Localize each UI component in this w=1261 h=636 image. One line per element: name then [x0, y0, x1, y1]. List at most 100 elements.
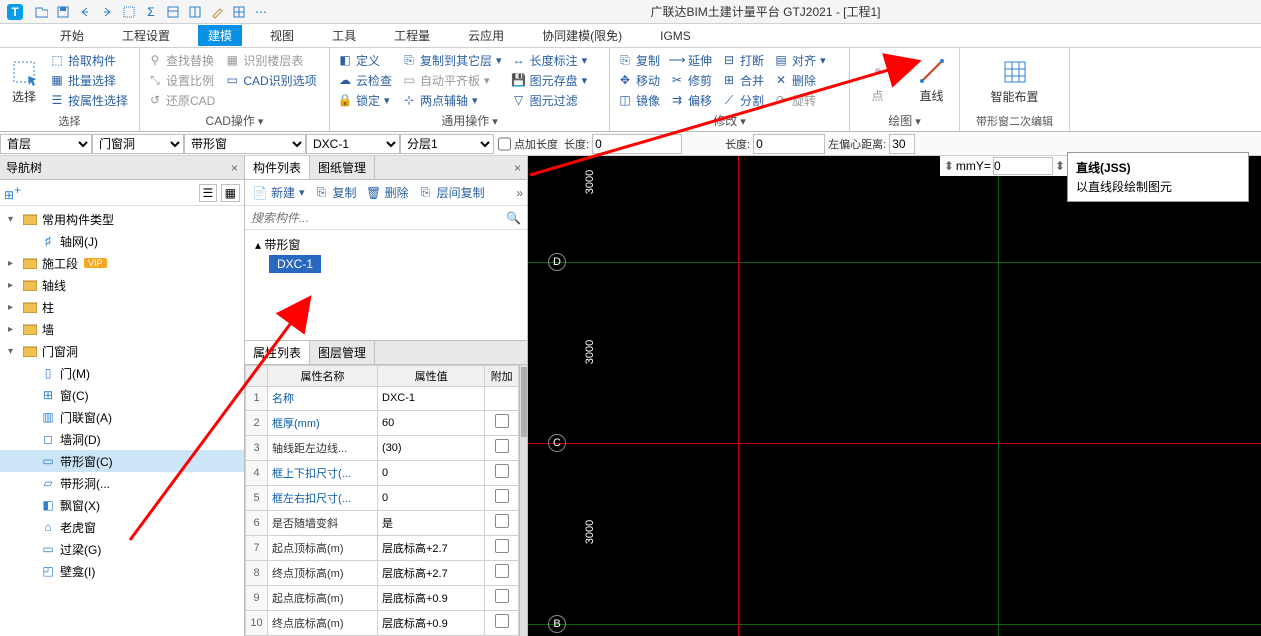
- prop-add[interactable]: [485, 535, 519, 560]
- new-button[interactable]: 📄新建 ▾: [249, 183, 309, 203]
- menu-start[interactable]: 开始: [50, 25, 94, 46]
- tab-drawing-mgr[interactable]: 图纸管理: [310, 156, 375, 179]
- select-button[interactable]: 选择: [4, 50, 44, 112]
- rotate-button[interactable]: ⟳旋转: [770, 90, 830, 110]
- prop-value[interactable]: 0: [378, 485, 485, 510]
- tree-door-hole[interactable]: ▾门窗洞: [0, 340, 244, 362]
- component-item[interactable]: DXC-1: [269, 255, 321, 273]
- search-input[interactable]: [245, 211, 500, 225]
- smart-place-button[interactable]: 智能布置: [985, 50, 1045, 112]
- scrollbar[interactable]: [519, 365, 527, 636]
- tree-lintel[interactable]: ▭过梁(G): [0, 538, 244, 560]
- property-row[interactable]: 5 框左右扣尺寸(... 0: [246, 485, 519, 510]
- open-icon[interactable]: [32, 3, 50, 21]
- tree-wall[interactable]: ▸墙: [0, 318, 244, 340]
- scale-button[interactable]: ⤡设置比例: [144, 70, 219, 90]
- sum-icon[interactable]: Σ: [142, 3, 160, 21]
- grid-icon[interactable]: [230, 3, 248, 21]
- property-row[interactable]: 3 轴线距左边线... (30): [246, 435, 519, 460]
- menu-quantity[interactable]: 工程量: [384, 25, 440, 46]
- length-input[interactable]: [592, 134, 682, 154]
- rev-length-input[interactable]: [753, 134, 825, 154]
- tree-tiger[interactable]: ⌂老虎窗: [0, 516, 244, 538]
- delete-button[interactable]: ✕删除: [770, 70, 830, 90]
- cloud-check-button[interactable]: ☁云检查: [334, 70, 396, 90]
- define-button[interactable]: ◧定义: [334, 50, 396, 70]
- mirror-button[interactable]: ◫镜像: [614, 90, 664, 110]
- tree-bay[interactable]: ◧飘窗(X): [0, 494, 244, 516]
- property-row[interactable]: 6 是否随墙变斜 是: [246, 510, 519, 535]
- delete-comp-button[interactable]: 🗑删除: [363, 183, 413, 203]
- prop-add[interactable]: [485, 485, 519, 510]
- search-icon[interactable]: 🔍: [500, 211, 527, 225]
- type-select[interactable]: 带形窗: [184, 134, 306, 154]
- edit-icon[interactable]: [208, 3, 226, 21]
- tab-properties[interactable]: 属性列表: [245, 341, 310, 364]
- batch-select-button[interactable]: ▦批量选择: [46, 70, 132, 90]
- property-row[interactable]: 4 框上下扣尺寸(... 0: [246, 460, 519, 485]
- layer-select[interactable]: 分层1: [400, 134, 494, 154]
- line-button[interactable]: 直线: [912, 50, 952, 111]
- prop-value[interactable]: 60: [378, 410, 485, 435]
- menu-collab[interactable]: 协同建模(限免): [532, 25, 632, 46]
- prop-value[interactable]: 层底标高+2.7: [378, 560, 485, 585]
- find-replace-button[interactable]: ⚲查找替换: [144, 50, 219, 70]
- aux-axis-button[interactable]: ⊹两点辅轴 ▾: [398, 90, 506, 110]
- prop-add[interactable]: [485, 460, 519, 485]
- undo-icon[interactable]: [76, 3, 94, 21]
- component-group[interactable]: ▴ 带形窗: [249, 234, 523, 255]
- prop-value[interactable]: 是: [378, 510, 485, 535]
- extend-button[interactable]: ⟶延伸: [666, 50, 716, 70]
- copy-button[interactable]: ⎘复制: [614, 50, 664, 70]
- align-button[interactable]: ▤对齐 ▾: [770, 50, 830, 70]
- restore-cad-button[interactable]: ↺还原CAD: [144, 90, 219, 110]
- tree-axis-net[interactable]: ♯轴网(J): [0, 230, 244, 252]
- menu-igms[interactable]: IGMS: [650, 27, 701, 45]
- cad-recog-button[interactable]: ▭CAD识别选项: [221, 70, 320, 90]
- tree-common[interactable]: ▾常用构件类型: [0, 208, 244, 230]
- layout2-button[interactable]: ▦: [221, 184, 240, 202]
- point-length-checkbox[interactable]: [498, 134, 511, 154]
- menu-project[interactable]: 工程设置: [112, 25, 180, 46]
- elem-filter-button[interactable]: ▽图元过滤: [508, 90, 592, 110]
- menu-cloud[interactable]: 云应用: [458, 25, 514, 46]
- floor-select[interactable]: 首层: [0, 134, 92, 154]
- menu-tools[interactable]: 工具: [322, 25, 366, 46]
- table1-icon[interactable]: [164, 3, 182, 21]
- tree-stage[interactable]: ▸施工段VIP: [0, 252, 244, 274]
- drawing-canvas[interactable]: D C B 3000 3000 3000: [528, 156, 1261, 636]
- table2-icon[interactable]: [186, 3, 204, 21]
- prop-add[interactable]: [485, 410, 519, 435]
- tree-niche[interactable]: ◰壁龛(I): [0, 560, 244, 582]
- elem-save-button[interactable]: 💾图元存盘 ▾: [508, 70, 592, 90]
- close-icon[interactable]: ×: [508, 161, 527, 175]
- tree-window[interactable]: ⊞窗(C): [0, 384, 244, 406]
- tree-gate-window[interactable]: ▥门联窗(A): [0, 406, 244, 428]
- tab-component-list[interactable]: 构件列表: [245, 156, 310, 179]
- break-button[interactable]: ⊟打断: [718, 50, 768, 70]
- split-button[interactable]: ⟋分割: [718, 90, 768, 110]
- prop-add[interactable]: [485, 435, 519, 460]
- property-row[interactable]: 10 终点底标高(m) 层底标高+0.9: [246, 610, 519, 635]
- copy-to-floor-button[interactable]: ⎘复制到其它层 ▾: [398, 50, 506, 70]
- lock-button[interactable]: 🔒锁定 ▾: [334, 90, 396, 110]
- prop-value[interactable]: DXC-1: [378, 387, 485, 411]
- more-icon[interactable]: »: [516, 186, 523, 200]
- trim-button[interactable]: ✂修剪: [666, 70, 716, 90]
- prop-add[interactable]: [485, 585, 519, 610]
- point-button[interactable]: 点: [858, 50, 898, 111]
- copy-comp-button[interactable]: ⎘复制: [311, 183, 361, 203]
- save-icon[interactable]: [54, 3, 72, 21]
- region-icon[interactable]: [120, 3, 138, 21]
- prop-add[interactable]: [485, 560, 519, 585]
- pick-component-button[interactable]: ⬚拾取构件: [46, 50, 132, 70]
- prop-value[interactable]: (30): [378, 435, 485, 460]
- menu-view[interactable]: 视图: [260, 25, 304, 46]
- prop-select-button[interactable]: ☰按属性选择: [46, 90, 132, 110]
- prop-add[interactable]: [485, 387, 519, 411]
- expand-tool[interactable]: ⊞+: [4, 183, 21, 202]
- close-icon[interactable]: ×: [231, 161, 238, 175]
- tree-wall-hole[interactable]: ◻墙洞(D): [0, 428, 244, 450]
- component-select[interactable]: DXC-1: [306, 134, 400, 154]
- recog-floor-button[interactable]: ▦识别楼层表: [221, 50, 320, 70]
